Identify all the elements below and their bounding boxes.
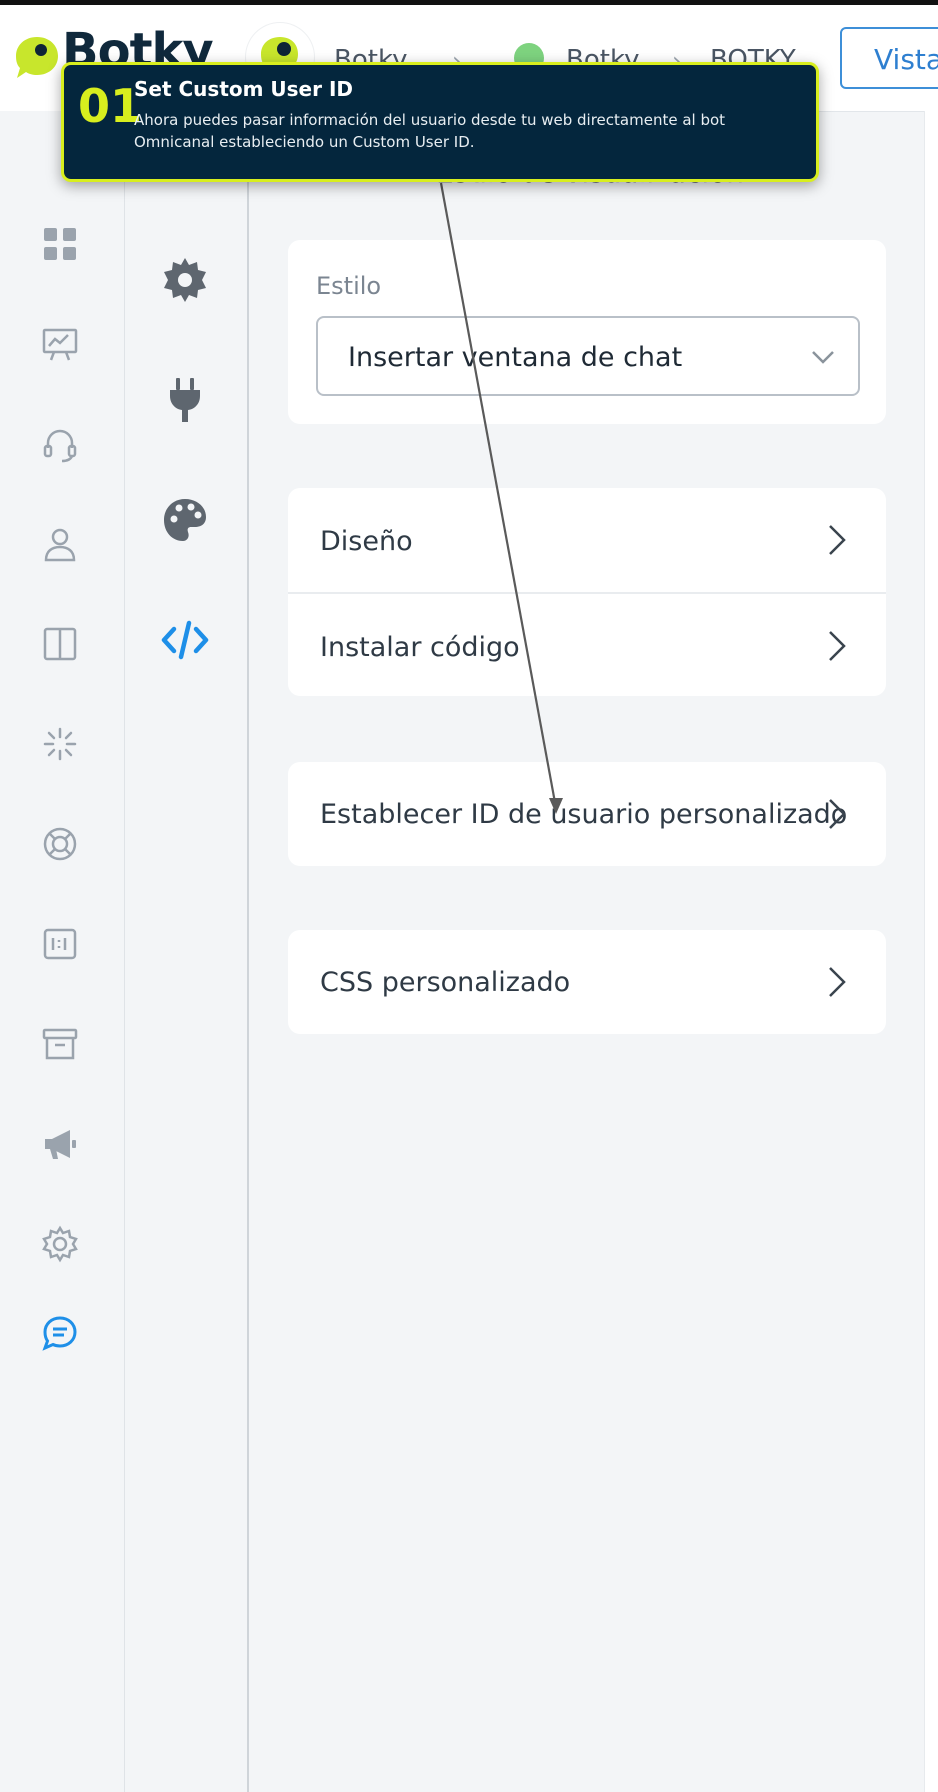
- design-install-card: Diseño Instalar código: [288, 488, 886, 696]
- right-panel-edge: [924, 111, 938, 1792]
- chevron-right-icon: [829, 967, 846, 997]
- code-icon[interactable]: [160, 615, 210, 665]
- megaphone-icon[interactable]: [40, 1124, 80, 1164]
- dashboard-grid-icon[interactable]: [40, 224, 80, 264]
- id-card-icon[interactable]: [40, 924, 80, 964]
- design-row[interactable]: Diseño: [288, 488, 886, 592]
- secondary-sidebar: [125, 111, 249, 1792]
- custom-css-row[interactable]: CSS personalizado: [288, 930, 886, 1034]
- settings-icon[interactable]: [160, 255, 210, 305]
- install-code-row[interactable]: Instalar código: [288, 594, 886, 696]
- palette-icon[interactable]: [160, 495, 210, 545]
- user-icon[interactable]: [40, 524, 80, 564]
- vista-button[interactable]: Vista: [840, 27, 938, 89]
- style-select[interactable]: Insertar ventana de chat: [316, 316, 860, 396]
- custom-css-card: CSS personalizado: [288, 930, 886, 1034]
- style-card: Estilo Insertar ventana de chat: [288, 240, 886, 424]
- archive-icon[interactable]: [40, 1024, 80, 1064]
- chevron-right-icon: [829, 631, 846, 661]
- style-select-value: Insertar ventana de chat: [348, 342, 683, 373]
- sparkle-icon[interactable]: [40, 724, 80, 764]
- custom-user-id-label: Establecer ID de usuario personalizado: [320, 799, 848, 830]
- style-label: Estilo: [316, 272, 382, 300]
- custom-user-id-card: Establecer ID de usuario personalizado: [288, 762, 886, 866]
- tour-tooltip[interactable]: 01 Set Custom User ID Ahora puedes pasar…: [61, 62, 819, 182]
- columns-icon[interactable]: [40, 624, 80, 664]
- botky-logo-icon[interactable]: [14, 35, 60, 85]
- chevron-right-icon: [829, 799, 846, 829]
- headset-icon[interactable]: [40, 424, 80, 464]
- chevron-down-icon: [812, 351, 834, 364]
- gear-icon[interactable]: [40, 1224, 80, 1264]
- tooltip-body: Ahora puedes pasar información del usuar…: [134, 111, 726, 151]
- plug-icon[interactable]: [160, 375, 210, 425]
- tooltip-step-number: 01: [78, 79, 143, 133]
- chat-bubble-icon[interactable]: [40, 1313, 80, 1353]
- custom-css-label: CSS personalizado: [320, 967, 571, 998]
- design-label: Diseño: [320, 526, 413, 557]
- lifebuoy-icon[interactable]: [40, 824, 80, 864]
- install-code-label: Instalar código: [320, 632, 520, 663]
- tooltip-title: Set Custom User ID: [134, 77, 353, 101]
- presentation-icon[interactable]: [40, 324, 80, 364]
- primary-sidebar: [0, 111, 125, 1792]
- chevron-right-icon: [829, 525, 846, 555]
- custom-user-id-row[interactable]: Establecer ID de usuario personalizado: [288, 762, 886, 866]
